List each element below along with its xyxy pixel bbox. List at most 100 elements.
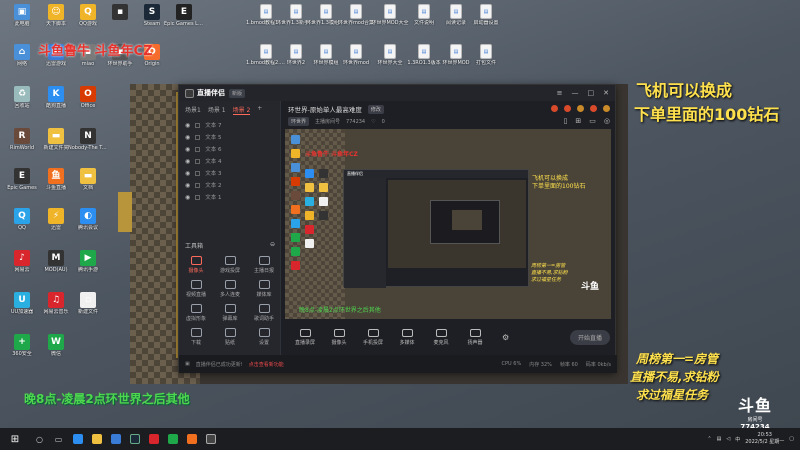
rank-icon[interactable] bbox=[590, 105, 597, 112]
live-companion-icon[interactable] bbox=[201, 428, 220, 450]
close-icon[interactable]: ✕ bbox=[603, 89, 609, 97]
tool-button[interactable]: 游戏投屏 bbox=[213, 254, 247, 274]
douyu-icon[interactable] bbox=[182, 428, 201, 450]
netease-music-icon[interactable] bbox=[144, 428, 163, 450]
control-button[interactable]: 手机投屏 bbox=[356, 328, 390, 346]
visibility-icon[interactable]: ◉ bbox=[185, 122, 190, 129]
maximize-icon[interactable]: □ bbox=[588, 89, 595, 97]
visibility-icon[interactable]: ◉ bbox=[185, 158, 190, 165]
wechat-icon[interactable] bbox=[163, 428, 182, 450]
tool-button[interactable]: 歌词助手 bbox=[247, 302, 281, 322]
minimize-icon[interactable]: — bbox=[572, 89, 579, 97]
desktop-icon[interactable]: ▬ 文档 bbox=[68, 168, 108, 191]
pdf-icon: ▤ bbox=[480, 4, 492, 19]
status-link[interactable]: 点击查看新功能 bbox=[249, 361, 284, 368]
tab-scene-1b[interactable]: 场景 1 bbox=[208, 105, 226, 115]
layer-item[interactable]: ◉ 文本 6 bbox=[179, 143, 280, 155]
tray-up-icon[interactable]: ⌃ bbox=[707, 436, 711, 442]
toolbox-more-icon[interactable]: ⊖ bbox=[270, 241, 275, 250]
desktop: ▣此电脑☺天下脚本QQQ游戏▪SSteamEEpic Games Launche… bbox=[0, 0, 800, 428]
menu-icon[interactable]: ≡ bbox=[557, 89, 563, 97]
visibility-icon[interactable]: ◉ bbox=[185, 134, 190, 141]
lock-checkbox[interactable] bbox=[195, 158, 201, 164]
tool-button[interactable]: 媒体库 bbox=[247, 278, 281, 298]
edit-title-button[interactable]: 修改 bbox=[367, 104, 384, 114]
douyu-logo: 斗鱼 bbox=[737, 396, 772, 415]
task-view-icon[interactable]: ▭ bbox=[49, 428, 68, 450]
desktop-icon[interactable]: ▫ 新建文件 bbox=[68, 292, 108, 315]
target-icon[interactable]: ◎ bbox=[604, 117, 610, 125]
desktop-icon[interactable]: O Office bbox=[68, 86, 108, 109]
live-companion-window[interactable]: 直播伴侣 新版 ≡ — □ ✕ 场景1 场景 1 场景 2 + ◉ 文本 7 ◉ 文本… bbox=[178, 84, 617, 373]
desktop-icon[interactable]: W 微信 bbox=[36, 334, 76, 357]
control-button[interactable]: 直播录屏 bbox=[288, 328, 322, 346]
control-button[interactable]: 扬声器 bbox=[458, 328, 492, 346]
edge-icon[interactable] bbox=[68, 428, 87, 450]
desktop-icon[interactable]: ◐ 腾讯会议 bbox=[68, 208, 108, 231]
tool-button[interactable]: 多人连麦 bbox=[213, 278, 247, 298]
steam-icon[interactable] bbox=[125, 428, 144, 450]
tool-button[interactable]: 弹幕库 bbox=[213, 302, 247, 322]
folder-icon[interactable] bbox=[87, 428, 106, 450]
visibility-icon[interactable]: ◉ bbox=[185, 182, 190, 189]
tool-button[interactable]: 设置 bbox=[247, 326, 281, 346]
lock-checkbox[interactable] bbox=[195, 122, 201, 128]
control-button[interactable]: 麦克风 bbox=[424, 328, 458, 346]
start-live-button[interactable]: 开始直播 bbox=[569, 329, 610, 345]
control-button[interactable]: 摄像头 bbox=[322, 328, 356, 346]
layer-item[interactable]: ◉ 文本 7 bbox=[179, 119, 280, 131]
desktop-icon[interactable]: EEpic Games Launcher bbox=[164, 4, 204, 27]
task-icon[interactable] bbox=[564, 105, 571, 112]
lock-checkbox[interactable] bbox=[195, 182, 201, 188]
layer-item[interactable]: ◉ 文本 4 bbox=[179, 155, 280, 167]
search-icon[interactable]: ○ bbox=[30, 428, 49, 450]
network-icon[interactable]: ▤ bbox=[717, 436, 722, 442]
stream-preview[interactable]: 斗鱼鲁牛 斗鱼年CZ 飞机可以换成 下单里面的100钻石 直播伴侣 周榜第一=房… bbox=[285, 129, 611, 319]
lock-checkbox[interactable] bbox=[195, 146, 201, 152]
tool-button[interactable]: 下载 bbox=[179, 326, 213, 346]
version-badge[interactable]: 新版 bbox=[229, 88, 246, 98]
event-icon[interactable] bbox=[603, 105, 610, 112]
visibility-icon[interactable]: ◉ bbox=[185, 146, 190, 153]
category-badge[interactable]: 环世界 bbox=[288, 117, 310, 126]
preview-icons-col1 bbox=[291, 135, 301, 275]
store-icon[interactable] bbox=[106, 428, 125, 450]
layer-item[interactable]: ◉ 文本 2 bbox=[179, 179, 280, 191]
tool-button[interactable]: 主播日报 bbox=[247, 254, 281, 274]
add-scene-icon[interactable]: + bbox=[257, 105, 262, 115]
visibility-icon[interactable]: ◉ bbox=[185, 194, 190, 201]
tab-scene-2[interactable]: 场景 2 bbox=[232, 105, 251, 115]
document-icon[interactable]: ▤ 打包文件 bbox=[466, 44, 506, 66]
chat-icon[interactable]: ▭ bbox=[589, 117, 596, 125]
tool-icon bbox=[190, 280, 202, 289]
desktop-icon[interactable]: N Nobody-The Turn bbox=[68, 128, 108, 151]
layer-item[interactable]: ◉ 文本 3 bbox=[179, 167, 280, 179]
lock-checkbox[interactable] bbox=[195, 194, 201, 200]
document-icon[interactable]: ▤ 启动器设置 bbox=[466, 4, 506, 26]
layer-item[interactable]: ◉ 文本 5 bbox=[179, 131, 280, 143]
language-indicator[interactable]: 中 bbox=[735, 436, 740, 443]
grid-icon[interactable]: ⊞ bbox=[575, 117, 581, 125]
tool-button[interactable]: 摄像头 bbox=[179, 254, 213, 274]
tool-button[interactable]: 视频直播 bbox=[179, 278, 213, 298]
layer-item[interactable]: ◉ 文本 1 bbox=[179, 191, 280, 203]
lottery-icon[interactable] bbox=[577, 105, 584, 112]
phone-icon[interactable]: ▯ bbox=[564, 117, 568, 125]
preview-nested-title: 直播伴侣 bbox=[344, 170, 528, 178]
lock-checkbox[interactable] bbox=[195, 170, 201, 176]
tab-scene-1[interactable]: 场景1 bbox=[185, 105, 201, 115]
visibility-icon[interactable]: ◉ bbox=[185, 170, 190, 177]
tool-button[interactable]: 贴纸 bbox=[213, 326, 247, 346]
app-titlebar[interactable]: 直播伴侣 新版 ≡ — □ ✕ bbox=[179, 85, 615, 101]
control-button[interactable]: 多媒体 bbox=[390, 328, 424, 346]
settings-gear-icon[interactable]: ⚙ bbox=[502, 333, 509, 342]
desktop-icon-label: Epic Games Launcher bbox=[164, 21, 204, 27]
volume-icon[interactable]: ◁ bbox=[726, 436, 730, 442]
clock[interactable]: 20:53 2022/5/2 星期一 bbox=[745, 432, 784, 446]
tool-button[interactable]: 虚拟形象 bbox=[179, 302, 213, 322]
desktop-icon[interactable]: ▶ 腾讯手游 bbox=[68, 250, 108, 273]
lock-checkbox[interactable] bbox=[195, 134, 201, 140]
gift-icon[interactable] bbox=[551, 105, 558, 112]
start-button[interactable]: ⊞ bbox=[0, 428, 30, 450]
notification-icon[interactable]: ▢ bbox=[789, 436, 794, 442]
